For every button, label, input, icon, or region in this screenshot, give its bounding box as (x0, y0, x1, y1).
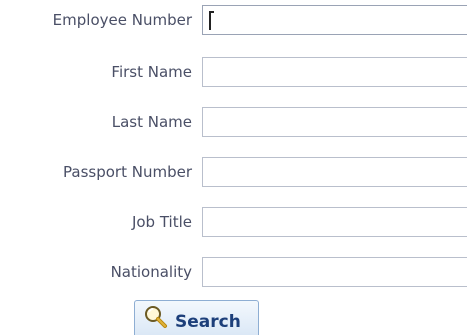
search-button[interactable]: Search (134, 300, 259, 335)
nationality-label: Nationality (110, 263, 192, 281)
first-name-row: First Name (0, 54, 467, 90)
employee-number-input[interactable] (202, 5, 467, 35)
text-caret (209, 11, 214, 30)
nationality-row: Nationality (0, 254, 467, 290)
job-title-row: Job Title (0, 204, 467, 240)
magnifier-icon (143, 305, 169, 329)
passport-number-input[interactable] (202, 157, 467, 187)
first-name-input[interactable] (202, 57, 467, 87)
first-name-label: First Name (111, 63, 192, 81)
last-name-row: Last Name (0, 104, 467, 140)
passport-number-label: Passport Number (63, 163, 192, 181)
last-name-input[interactable] (202, 107, 467, 137)
last-name-label: Last Name (111, 113, 192, 131)
job-title-input[interactable] (202, 207, 467, 237)
employee-number-row: Employee Number (0, 2, 467, 38)
employee-number-label: Employee Number (52, 11, 192, 29)
passport-number-row: Passport Number (0, 154, 467, 190)
nationality-input[interactable] (202, 257, 467, 287)
search-button-label: Search (175, 312, 241, 332)
job-title-label: Job Title (131, 213, 192, 231)
employee-search-form: Employee Number First Name Last Name Pas… (0, 0, 467, 335)
